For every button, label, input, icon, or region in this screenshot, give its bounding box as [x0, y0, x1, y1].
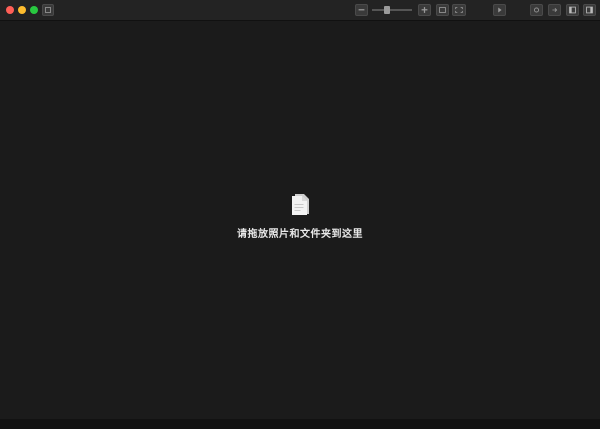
- fit-button[interactable]: [436, 4, 449, 16]
- bottom-bar: [0, 419, 600, 429]
- zoom-in-icon: [421, 7, 428, 13]
- share-button[interactable]: [548, 4, 561, 16]
- sidebar-toggle-button[interactable]: [42, 4, 54, 16]
- share-icon: [552, 8, 558, 12]
- document-icon: [292, 194, 309, 215]
- fullscreen-button[interactable]: [452, 4, 466, 16]
- zoom-out-icon: [358, 9, 365, 11]
- drop-prompt-text: 请拖放照片和文件夹到这里: [237, 229, 363, 240]
- panel-left-icon: [569, 6, 576, 14]
- app-window: 请拖放照片和文件夹到这里: [0, 0, 600, 429]
- panel-right-icon: [586, 6, 593, 14]
- minimize-button[interactable]: [18, 6, 26, 14]
- title-bar: [0, 0, 600, 21]
- fullscreen-icon: [455, 7, 463, 13]
- panel-right-button[interactable]: [583, 4, 596, 16]
- panel-left-button[interactable]: [566, 4, 579, 16]
- zoom-slider[interactable]: [372, 4, 412, 16]
- slideshow-button[interactable]: [493, 4, 506, 16]
- zoom-out-button[interactable]: [355, 4, 368, 16]
- close-button[interactable]: [6, 6, 14, 14]
- zoom-button[interactable]: [30, 6, 38, 14]
- slideshow-icon: [498, 7, 502, 13]
- fit-icon: [439, 7, 446, 13]
- info-icon: [534, 7, 539, 13]
- zoom-slider-track: [372, 9, 412, 11]
- drop-area[interactable]: 请拖放照片和文件夹到这里: [0, 21, 600, 419]
- sidebar-toggle-icon: [45, 7, 51, 13]
- zoom-in-button[interactable]: [418, 4, 431, 16]
- info-button[interactable]: [530, 4, 543, 16]
- drop-zone[interactable]: 请拖放照片和文件夹到这里: [200, 191, 400, 261]
- zoom-slider-knob[interactable]: [383, 6, 390, 14]
